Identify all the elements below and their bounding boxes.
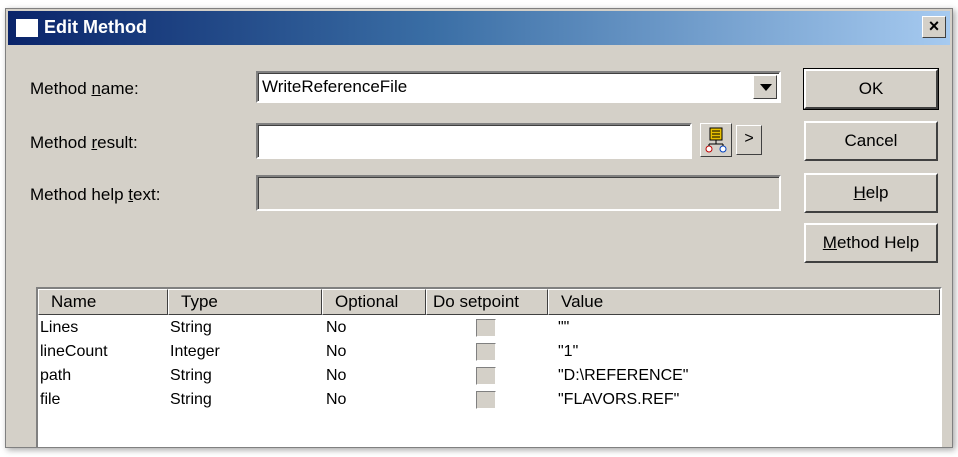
method-help-text-field	[256, 175, 781, 211]
method-result-label-post: esult:	[97, 133, 138, 152]
cell-value: "D:\REFERENCE"	[558, 367, 689, 384]
method-help-button-accel: M	[822, 233, 837, 252]
do-setpoint-checkbox[interactable]	[476, 391, 496, 409]
cell-type: String	[170, 319, 212, 336]
cell-type: Integer	[170, 343, 220, 360]
variable-picker-icon	[705, 127, 727, 153]
chevron-down-icon[interactable]	[753, 75, 777, 99]
method-help-button[interactable]: Method Help	[804, 223, 938, 263]
method-name-label-pre: Method	[30, 79, 92, 98]
method-help-label-pre: Method help	[30, 185, 129, 204]
cell-value: "1"	[558, 343, 579, 360]
cell-name: Lines	[40, 319, 79, 336]
cell-name: file	[40, 391, 61, 408]
table-header: Name Type Optional Do setpoint Value	[38, 289, 940, 315]
column-header-type[interactable]: Type	[168, 289, 322, 315]
method-help-button-label: ethod Help	[836, 233, 920, 252]
parameters-table[interactable]: Name Type Optional Do setpoint Value Lin…	[36, 287, 942, 447]
ok-button[interactable]: OK	[803, 68, 939, 110]
method-result-label: Method result:	[30, 133, 138, 153]
cell-optional: No	[326, 343, 347, 360]
cell-value: ""	[558, 319, 570, 336]
method-result-input[interactable]	[256, 123, 692, 159]
expand-result-button[interactable]: >	[736, 125, 762, 155]
method-name-label-accel: n	[91, 79, 101, 98]
method-name-value: WriteReferenceFile	[262, 77, 408, 96]
cell-type: String	[170, 367, 212, 384]
cell-optional: No	[326, 367, 347, 384]
edit-method-dialog: Edit Method × Method name: Method result…	[5, 8, 953, 448]
window-title: Edit Method	[44, 17, 147, 37]
method-help-label-post: ext:	[133, 185, 161, 204]
help-button[interactable]: Help	[804, 173, 938, 213]
cell-name: path	[40, 367, 72, 384]
method-help-text-label: Method help text:	[30, 185, 160, 205]
column-header-optional[interactable]: Optional	[322, 289, 426, 315]
method-name-label-post: ame:	[100, 79, 139, 98]
table-row[interactable]: path String No "D:\REFERENCE"	[38, 365, 940, 387]
cell-type: String	[170, 391, 212, 408]
help-button-accel: H	[853, 183, 866, 202]
table-row[interactable]: file String No "FLAVORS.REF"	[38, 389, 940, 411]
do-setpoint-checkbox[interactable]	[476, 367, 496, 385]
variable-browse-button[interactable]	[700, 123, 732, 157]
cell-value: "FLAVORS.REF"	[558, 391, 680, 408]
cancel-button[interactable]: Cancel	[804, 121, 938, 161]
close-button[interactable]: ×	[922, 16, 946, 38]
column-header-do-setpoint[interactable]: Do setpoint	[426, 289, 548, 315]
table-row[interactable]: lineCount Integer No "1"	[38, 341, 940, 363]
help-button-label: elp	[865, 183, 889, 202]
cell-name: lineCount	[40, 343, 108, 360]
method-name-label: Method name:	[30, 79, 139, 99]
title-bar[interactable]: Edit Method ×	[8, 11, 950, 45]
cell-optional: No	[326, 319, 347, 336]
do-setpoint-checkbox[interactable]	[476, 343, 496, 361]
column-header-name[interactable]: Name	[38, 289, 168, 315]
window-icon	[16, 19, 38, 37]
do-setpoint-checkbox[interactable]	[476, 319, 496, 337]
cell-optional: No	[326, 391, 347, 408]
method-name-combobox[interactable]: WriteReferenceFile	[256, 71, 781, 103]
method-result-label-pre: Method	[30, 133, 92, 152]
column-header-value[interactable]: Value	[548, 289, 940, 315]
table-row[interactable]: Lines String No ""	[38, 317, 940, 339]
